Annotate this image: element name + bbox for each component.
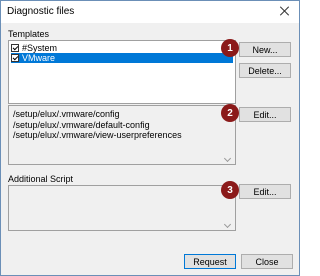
checkbox-icon[interactable] <box>11 44 19 52</box>
template-label: #System <box>22 43 58 53</box>
template-item-vmware[interactable]: VMware <box>11 53 233 63</box>
templates-list[interactable]: #System VMware <box>8 40 236 104</box>
path-line: /setup/elux/.vmware/default-config <box>13 119 150 130</box>
template-item-system[interactable]: #System <box>11 43 233 53</box>
close-button[interactable]: Close <box>241 254 293 269</box>
callout-badge-2: 2 <box>221 104 239 122</box>
scroll-down-icon[interactable] <box>225 222 231 226</box>
close-icon[interactable] <box>279 5 291 17</box>
window-title: Diagnostic files <box>7 6 75 17</box>
scroll-down-icon[interactable] <box>225 156 231 160</box>
dialog-window: Diagnostic files Templates #System VMwar… <box>0 0 300 276</box>
path-line: /setup/elux/.vmware/view-userpreferences <box>13 130 182 140</box>
callout-badge-3: 3 <box>221 181 239 199</box>
script-textarea[interactable] <box>8 185 236 231</box>
path-line: /setup/elux/.vmware/config <box>13 109 120 119</box>
templates-label: Templates <box>8 29 50 39</box>
template-label: VMware <box>22 53 56 63</box>
additional-script-label: Additional Script <box>8 174 74 184</box>
edit-paths-button[interactable]: Edit... <box>239 107 291 122</box>
edit-script-button[interactable]: Edit... <box>239 184 291 199</box>
checkbox-icon[interactable] <box>11 54 19 62</box>
request-button[interactable]: Request <box>184 254 236 269</box>
paths-list: /setup/elux/.vmware/config /setup/elux/.… <box>13 109 182 141</box>
title-bar: Diagnostic files <box>1 1 299 23</box>
callout-badge-1: 1 <box>221 39 239 57</box>
new-button[interactable]: New... <box>239 42 291 57</box>
delete-button[interactable]: Delete... <box>239 63 291 78</box>
paths-textarea[interactable]: /setup/elux/.vmware/config /setup/elux/.… <box>8 105 236 165</box>
